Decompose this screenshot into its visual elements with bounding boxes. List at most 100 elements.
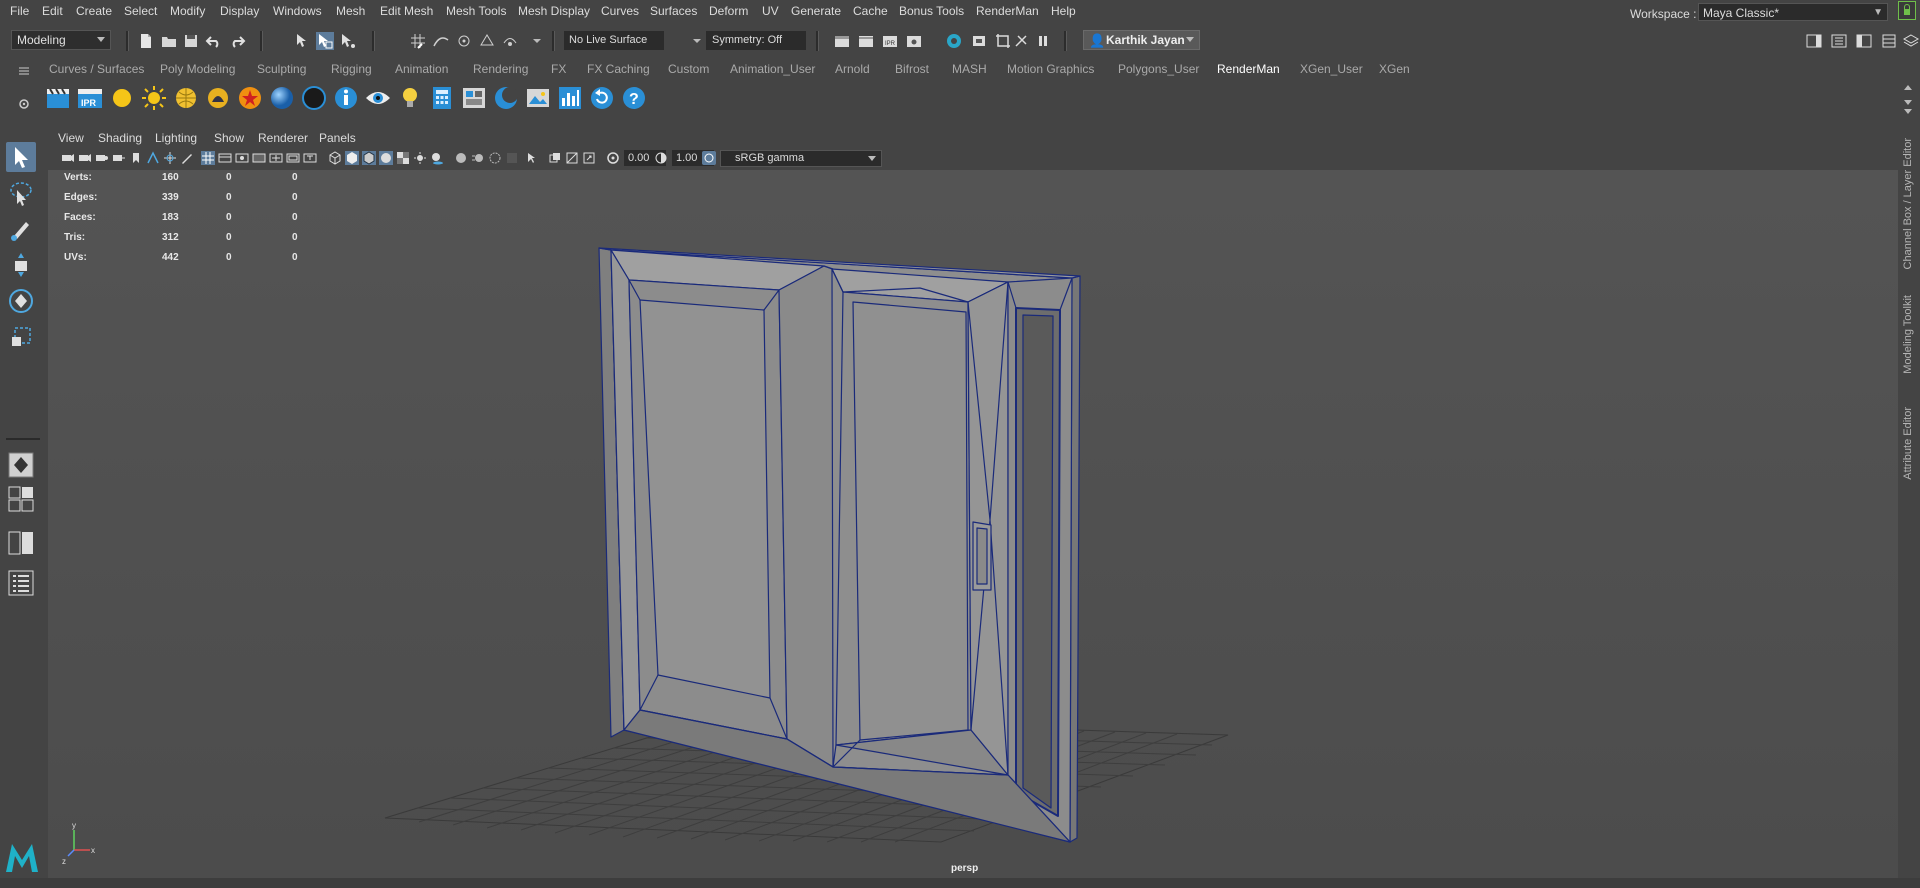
safe-action-icon[interactable] xyxy=(286,151,300,165)
crop-icon[interactable] xyxy=(994,32,1012,50)
menu-generate[interactable]: Generate xyxy=(791,4,841,18)
bar-chart-icon[interactable] xyxy=(556,84,584,112)
tab-polygons-user[interactable]: Polygons_User xyxy=(1118,62,1199,76)
menu-mesh[interactable]: Mesh xyxy=(336,4,365,18)
menu-uv[interactable]: UV xyxy=(762,4,779,18)
shelf-settings-gear-icon[interactable] xyxy=(18,98,30,110)
sun-light-icon[interactable] xyxy=(140,84,168,112)
select-by-component-icon[interactable] xyxy=(339,32,357,50)
smooth-shade-cube-icon[interactable] xyxy=(345,151,359,165)
grid-toggle-icon[interactable] xyxy=(201,151,215,165)
film-gate-icon[interactable] xyxy=(218,151,232,165)
depth-of-field-icon[interactable] xyxy=(505,151,519,165)
user-account-button[interactable]: 👤 Karthik Jayan xyxy=(1083,30,1200,50)
tab-motion-graphics[interactable]: Motion Graphics xyxy=(1007,62,1094,76)
tab-rendering[interactable]: Rendering xyxy=(473,62,528,76)
open-render-view-icon[interactable] xyxy=(833,32,851,50)
use-all-lights-icon[interactable] xyxy=(413,151,427,165)
tab-fx[interactable]: FX xyxy=(551,62,566,76)
dark-sphere-icon[interactable] xyxy=(300,84,328,112)
xray-active-components-icon[interactable] xyxy=(565,151,579,165)
camera-bookmark-icon[interactable] xyxy=(112,151,126,165)
menu-modify[interactable]: Modify xyxy=(170,4,205,18)
color-management-icon[interactable] xyxy=(702,151,716,165)
backface-culling-icon[interactable] xyxy=(582,151,596,165)
tab-arnold[interactable]: Arnold xyxy=(835,62,870,76)
menu-file[interactable]: File xyxy=(10,4,29,18)
spot-light-icon[interactable] xyxy=(204,84,232,112)
toggle-tool-settings-icon[interactable] xyxy=(1855,32,1873,50)
tab-bifrost[interactable]: Bifrost xyxy=(895,62,929,76)
render-current-frame-icon[interactable] xyxy=(857,32,875,50)
tab-fx-caching[interactable]: FX Caching xyxy=(587,62,650,76)
select-by-hierarchy-icon[interactable] xyxy=(294,32,312,50)
shelf-menu-icon[interactable] xyxy=(18,65,30,75)
menu-mesh-tools[interactable]: Mesh Tools xyxy=(446,4,506,18)
menu-edit[interactable]: Edit xyxy=(42,4,63,18)
menu-set-dropdown[interactable]: Modeling xyxy=(11,30,111,50)
select-tool-button[interactable] xyxy=(6,142,36,172)
menu-select[interactable]: Select xyxy=(124,4,157,18)
scale-tool-button[interactable] xyxy=(6,322,36,352)
paint-select-tool-button[interactable] xyxy=(6,214,36,244)
info-icon[interactable] xyxy=(332,84,360,112)
grease-pencil-icon[interactable] xyxy=(180,151,194,165)
point-light-icon[interactable] xyxy=(108,84,136,112)
material-swatch-icon[interactable] xyxy=(460,84,488,112)
tab-mash[interactable]: MASH xyxy=(952,62,987,76)
tab-animation-user[interactable]: Animation_User xyxy=(730,62,815,76)
menu-windows[interactable]: Windows xyxy=(273,4,322,18)
ipr-render-icon[interactable]: IPR xyxy=(881,32,899,50)
star-material-icon[interactable] xyxy=(236,84,264,112)
stop-render-icon[interactable] xyxy=(1012,32,1030,50)
tab-channel-box-layer-editor[interactable]: Channel Box / Layer Editor xyxy=(1902,138,1914,269)
moon-icon[interactable] xyxy=(492,84,520,112)
isolate-select-icon[interactable] xyxy=(525,151,539,165)
menu-edit-mesh[interactable]: Edit Mesh xyxy=(380,4,433,18)
make-live-icon[interactable] xyxy=(501,32,519,50)
eye-icon[interactable] xyxy=(364,84,392,112)
image-plane-icon[interactable] xyxy=(146,151,160,165)
pause-icon[interactable] xyxy=(1034,32,1052,50)
panel-menu-lighting[interactable]: Lighting xyxy=(155,131,197,145)
shadows-icon[interactable] xyxy=(430,151,444,165)
shelf-scroll-arrows-icon[interactable] xyxy=(1902,82,1914,116)
menu-display[interactable]: Display xyxy=(220,4,259,18)
move-tool-button[interactable] xyxy=(6,250,36,280)
lasso-tool-button[interactable] xyxy=(6,178,36,208)
snap-to-curve-icon[interactable] xyxy=(432,32,450,50)
layers-icon[interactable] xyxy=(1902,32,1920,50)
tab-renderman[interactable]: RenderMan xyxy=(1217,62,1280,76)
lock-icon[interactable] xyxy=(1898,1,1916,20)
clapperboard-render-icon[interactable] xyxy=(44,84,72,112)
tab-attribute-editor[interactable]: Attribute Editor xyxy=(1902,407,1914,480)
select-by-object-icon[interactable] xyxy=(316,32,334,50)
select-camera-icon[interactable] xyxy=(61,151,75,165)
chevron-down-icon[interactable] xyxy=(528,32,546,50)
resolution-gate-icon[interactable] xyxy=(235,151,249,165)
open-scene-icon[interactable] xyxy=(160,32,178,50)
panel-menu-show[interactable]: Show xyxy=(214,131,244,145)
help-icon[interactable]: ? xyxy=(620,84,648,112)
gamma-icon[interactable] xyxy=(654,151,668,165)
render-settings-icon[interactable] xyxy=(905,32,923,50)
toggle-attribute-editor-icon[interactable] xyxy=(1830,32,1848,50)
tab-animation[interactable]: Animation xyxy=(395,62,448,76)
bookmark-flag-icon[interactable] xyxy=(129,151,143,165)
wireframe-on-shaded-icon[interactable] xyxy=(362,151,376,165)
tab-curves-surfaces[interactable]: Curves / Surfaces xyxy=(49,62,144,76)
redo-icon[interactable] xyxy=(228,32,246,50)
textured-icon[interactable] xyxy=(396,151,410,165)
undo-icon[interactable] xyxy=(205,32,223,50)
perspective-viewport[interactable]: y x z Verts: 160 0 0 Edges: 339 0 0 Face… xyxy=(48,170,1898,878)
exposure-icon[interactable] xyxy=(606,151,620,165)
multisample-aa-icon[interactable] xyxy=(488,151,502,165)
panel-menu-shading[interactable]: Shading xyxy=(98,131,142,145)
motion-blur-icon[interactable] xyxy=(471,151,485,165)
camera-attributes-icon[interactable] xyxy=(78,151,92,165)
tab-custom[interactable]: Custom xyxy=(668,62,709,76)
bookmarks-icon[interactable] xyxy=(95,151,109,165)
new-scene-icon[interactable] xyxy=(137,32,155,50)
rotate-tool-button[interactable] xyxy=(6,286,36,316)
image-viewer-icon[interactable] xyxy=(524,84,552,112)
